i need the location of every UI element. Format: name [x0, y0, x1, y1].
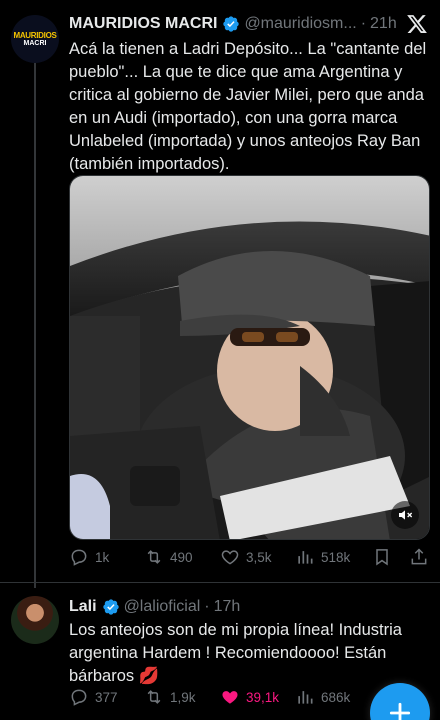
timestamp[interactable]: 21h: [370, 15, 397, 33]
heart-icon: [221, 550, 239, 565]
avatar[interactable]: MAURIDIOS MACRI: [11, 15, 59, 63]
reply-icon: [71, 549, 87, 566]
tweet-original[interactable]: MAURIDIOS MACRI MAURIDIOS MACRI @mauridi…: [0, 0, 440, 588]
video-frame: [70, 176, 429, 539]
thread-line: [34, 62, 36, 588]
separator: ·: [360, 15, 367, 32]
handle[interactable]: @lalioficial: [124, 598, 201, 616]
mute-icon: [399, 510, 413, 520]
like-button[interactable]: 3,5k: [220, 547, 272, 567]
avatar-logo-text-2: MACRI: [23, 39, 47, 47]
repost-icon: [147, 690, 161, 704]
views-count: 518k: [321, 549, 351, 565]
repost-count: 490: [170, 549, 193, 565]
reply-icon: [71, 689, 87, 706]
avatar[interactable]: [11, 596, 59, 644]
avatar-logo-text: MAURIDIOS: [13, 30, 57, 40]
reply-button[interactable]: 1k: [69, 547, 109, 567]
views-button[interactable]: 518k: [295, 547, 350, 567]
bookmark-icon: [376, 549, 388, 566]
bookmark-button[interactable]: [372, 547, 398, 567]
share-icon: [411, 548, 427, 565]
reply-count: 377: [95, 689, 118, 705]
repost-icon: [147, 550, 161, 564]
views-chart-icon: [298, 551, 313, 564]
tweet-text: Acá la tienen a Ladri Depósito... La "ca…: [69, 40, 427, 173]
views-count: 686k: [321, 689, 351, 705]
share-button[interactable]: [409, 547, 435, 567]
plus-icon: [389, 702, 411, 720]
mute-button[interactable]: [391, 501, 419, 529]
separator: ·: [204, 598, 210, 615]
handle[interactable]: @mauridiosm...: [244, 15, 356, 33]
verified-badge-icon: [223, 16, 240, 32]
x-logo-icon: [407, 15, 427, 33]
views-chart-icon: [298, 691, 313, 704]
display-name[interactable]: MAURIDIOS MACRI: [69, 15, 217, 33]
verified-badge-icon: [102, 599, 119, 615]
action-bar: 1k 490 3,5k 518k: [69, 547, 429, 571]
like-count: 3,5k: [246, 549, 272, 565]
like-count: 39,1k: [246, 689, 280, 705]
heart-filled-icon: [222, 691, 238, 704]
views-button[interactable]: 686k: [295, 687, 350, 707]
repost-count: 1,9k: [170, 689, 196, 705]
reply-count: 1k: [95, 549, 110, 565]
like-button[interactable]: 39,1k: [220, 687, 279, 707]
tweet-header: Lali @lalioficial · 17h: [69, 595, 240, 619]
tweet-text: Los anteojos son de mi propia línea! Ind…: [69, 621, 402, 685]
video-player[interactable]: [69, 175, 430, 540]
display-name[interactable]: Lali: [69, 598, 97, 616]
timestamp[interactable]: 17h: [214, 598, 241, 616]
repost-button[interactable]: 490: [144, 547, 193, 567]
tweet-header: MAURIDIOS MACRI @mauridiosm... · 21h: [69, 12, 409, 36]
reply-button[interactable]: 377: [69, 687, 118, 707]
repost-button[interactable]: 1,9k: [144, 687, 196, 707]
